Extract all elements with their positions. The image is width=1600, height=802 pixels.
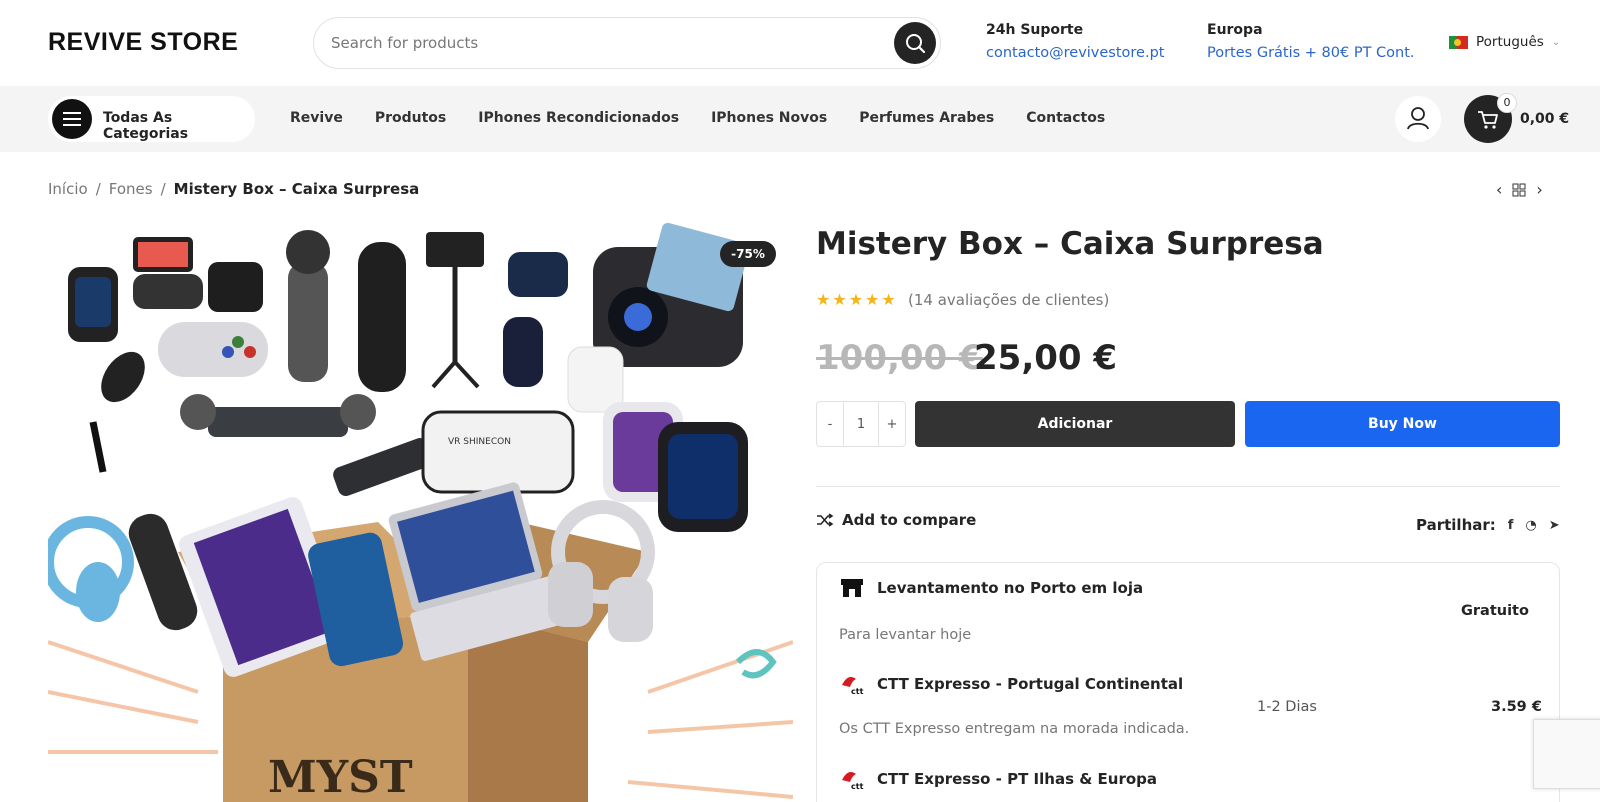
nav-item-perfumes-arabes[interactable]: Perfumes Arabes [859, 110, 994, 126]
buy-now-button[interactable]: Buy Now [1245, 401, 1560, 447]
search-icon [906, 34, 926, 54]
divider [816, 486, 1560, 487]
user-icon [1407, 107, 1429, 130]
shipping-name: Levantamento no Porto em loja [877, 579, 1144, 597]
breadcrumb: Início / Fones / Mistery Box – Caixa Sur… [48, 180, 419, 198]
qty-input[interactable]: 1 [843, 402, 879, 446]
telegram-icon[interactable]: ➤ [1549, 518, 1560, 533]
shuffle-icon [817, 513, 834, 527]
hamburger-menu-icon [52, 99, 92, 139]
grid-icon[interactable] [1512, 183, 1526, 197]
cart-total[interactable]: 0,00 € [1520, 111, 1569, 127]
shipping-name: CTT Expresso - PT Ilhas & Europa [877, 770, 1158, 788]
vr-brand-text: VR SHINECON [448, 437, 511, 447]
nav-item-revive[interactable]: Revive [290, 110, 343, 126]
qty-plus-button[interactable]: + [879, 402, 905, 446]
star-icon: ★ [832, 290, 847, 309]
shipping-options: Levantamento no Porto em loja Gratuito P… [816, 562, 1560, 802]
breadcrumb-current: Mistery Box – Caixa Surpresa [173, 180, 420, 198]
product-title: Mistery Box – Caixa Surpresa [816, 226, 1324, 262]
product-image[interactable]: MYST VR SHINECON [48, 222, 793, 802]
nav-item-contactos[interactable]: Contactos [1026, 110, 1105, 126]
recaptcha-badge[interactable] [1533, 719, 1600, 789]
portugal-flag-icon [1449, 35, 1468, 49]
site-header: REVIVE STORE Search for products 24h Sup… [0, 0, 1600, 86]
language-selector[interactable]: Português ⌄ [1449, 34, 1560, 50]
region-info: Europa Portes Grátis + 80€ PT Cont. [1207, 22, 1415, 61]
nav-item-iphones-recondicionados[interactable]: IPhones Recondicionados [478, 110, 679, 126]
rating-stars[interactable]: ★ ★ ★ ★ ★ [816, 290, 896, 309]
old-price: 100,00 € [816, 338, 983, 378]
whatsapp-icon[interactable]: ◔ [1525, 518, 1536, 533]
shipping-price: Gratuito [1461, 603, 1529, 619]
nav-menu: Revive Produtos IPhones Recondicionados … [290, 110, 1105, 126]
next-product-icon[interactable]: › [1536, 180, 1542, 199]
main-navigation: Todas As Categorias Revive Produtos IPho… [0, 86, 1600, 152]
site-logo[interactable]: REVIVE STORE [48, 28, 238, 57]
share-bar: Partilhar: f ◔ ➤ [1416, 516, 1560, 534]
star-icon: ★ [848, 290, 864, 309]
region-title: Europa [1207, 22, 1263, 38]
breadcrumb-home[interactable]: Início [48, 180, 88, 198]
free-shipping-link[interactable]: Portes Grátis + 80€ PT Cont. [1207, 45, 1415, 61]
shipping-desc: Os CTT Expresso entregam na morada indic… [839, 721, 1190, 737]
compare-label: Add to compare [842, 511, 977, 529]
chevron-down-icon: ⌄ [1551, 36, 1561, 48]
search-button[interactable] [894, 22, 936, 64]
quantity-stepper: - 1 + [816, 401, 906, 447]
star-icon: ★ [881, 290, 896, 309]
add-to-compare[interactable]: Add to compare [816, 511, 976, 529]
categories-button[interactable]: Todas As Categorias [48, 96, 255, 142]
support-title: 24h Suporte [986, 22, 1084, 38]
current-price: 25,00 € [974, 338, 1118, 378]
qty-minus-button[interactable]: - [817, 402, 843, 446]
reviews-link[interactable]: (14 avaliações de clientes) [908, 291, 1109, 309]
account-button[interactable] [1395, 96, 1441, 142]
box-text: MYST [268, 752, 413, 802]
store-icon [841, 579, 863, 597]
sale-badge: -75% [720, 241, 776, 267]
shipping-option-pickup: Levantamento no Porto em loja [839, 577, 1143, 599]
breadcrumb-separator: / [160, 180, 166, 198]
categories-label: Todas As Categorias [103, 110, 189, 142]
ctt-logo-text: ctt [851, 687, 864, 695]
ctt-logo-icon: ctt [839, 768, 865, 791]
shipping-desc: Para levantar hoje [839, 627, 972, 643]
star-icon: ★ [865, 290, 880, 309]
breadcrumb-separator: / [95, 180, 101, 198]
support-email-link[interactable]: contacto@revivestore.pt [986, 45, 1164, 61]
prev-product-icon[interactable]: ‹ [1496, 180, 1502, 199]
star-icon: ★ [816, 290, 831, 309]
ctt-logo-icon: ctt [839, 673, 865, 696]
cart-count-badge: 0 [1497, 93, 1517, 113]
share-label: Partilhar: [1416, 516, 1496, 534]
search-bar[interactable]: Search for products [313, 17, 941, 69]
breadcrumb-category[interactable]: Fones [109, 180, 153, 198]
mystery-box-illustration: MYST VR SHINECON [48, 222, 793, 802]
search-input[interactable]: Search for products [331, 34, 478, 52]
add-to-cart-button[interactable]: Adicionar [915, 401, 1235, 447]
shipping-price: 3.59 € [1491, 699, 1542, 715]
product-navigation: ‹ › [1496, 180, 1543, 199]
language-label: Português [1476, 34, 1544, 50]
shipping-option-ctt-continental: ctt CTT Expresso - Portugal Continental [839, 673, 1184, 696]
shipping-name: CTT Expresso - Portugal Continental [877, 675, 1184, 693]
shipping-option-ctt-islands-europe: ctt CTT Expresso - PT Ilhas & Europa [839, 768, 1158, 791]
nav-item-produtos[interactable]: Produtos [375, 110, 446, 126]
facebook-icon[interactable]: f [1508, 518, 1514, 533]
nav-item-iphones-novos[interactable]: IPhones Novos [711, 110, 827, 126]
shipping-days: 1-2 Dias [1257, 699, 1317, 715]
support-info: 24h Suporte contacto@revivestore.pt [986, 22, 1164, 61]
ctt-logo-text: ctt [851, 782, 864, 790]
